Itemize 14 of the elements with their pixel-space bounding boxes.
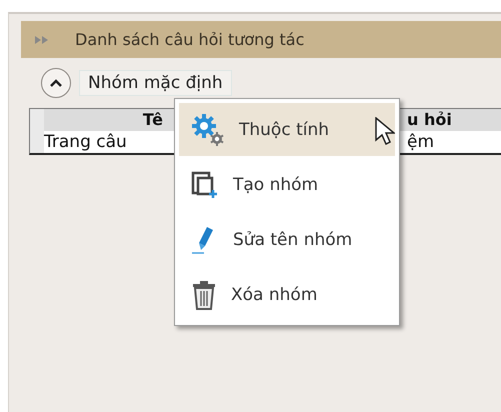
gear-icon [191, 112, 225, 146]
double-arrow-icon [35, 36, 49, 44]
chevron-up-icon [50, 79, 62, 87]
menu-item[interactable]: Thuộc tính [179, 103, 395, 156]
column-header: u hỏi [406, 109, 453, 131]
mouse-pointer-icon [375, 117, 395, 145]
group-name[interactable]: Nhóm mặc định [79, 70, 232, 96]
panel-title: Danh sách câu hỏi tương tác [75, 30, 304, 49]
trash-icon [191, 278, 217, 310]
table-cell-text: ệm [406, 131, 436, 153]
collapse-button[interactable] [41, 68, 71, 98]
table-cell-text: Trang câu [44, 131, 128, 153]
new-group-icon [191, 170, 219, 198]
column-header: Tê [142, 109, 163, 131]
